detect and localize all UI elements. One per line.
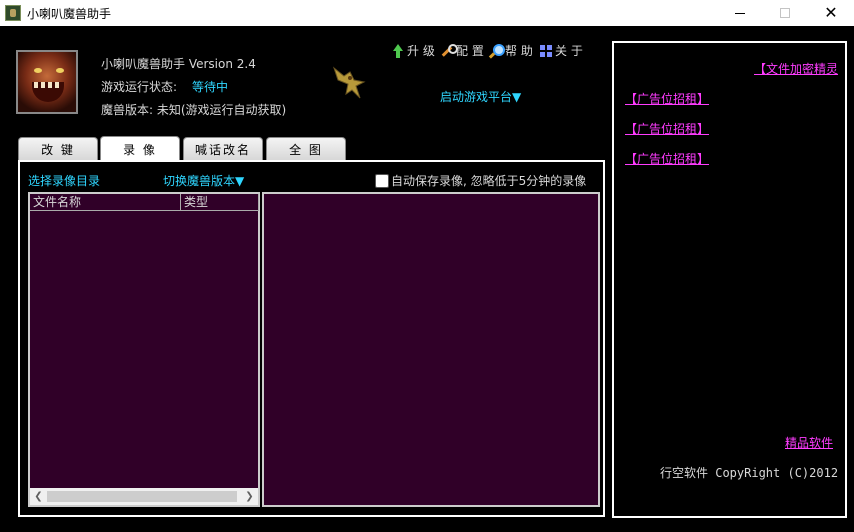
maximize-icon (780, 8, 790, 18)
config-label: 配 置 (456, 44, 484, 58)
auto-save-checkbox[interactable] (375, 173, 389, 188)
tab-chat-rename[interactable]: 喊话改名 (183, 137, 263, 161)
maximize-button[interactable] (762, 0, 808, 26)
tab-maphack[interactable]: 全 图 (266, 137, 346, 161)
side-panel: 【文件加密精灵 【广告位招租】 【广告位招租】 【广告位招租】 精品软件 行空软… (612, 41, 847, 518)
app-icon (5, 5, 21, 21)
hero-portrait (16, 50, 78, 114)
version-text: 小喇叭魔兽助手 Version 2.4 (101, 57, 256, 71)
minimize-icon (735, 12, 745, 14)
ad-slot-link[interactable]: 【广告位招租】 (625, 90, 709, 107)
upgrade-label: 升 级 (407, 44, 435, 58)
horizontal-scrollbar[interactable]: ❮ ❯ (30, 488, 258, 505)
help-label: 帮 助 (505, 44, 533, 58)
about-button[interactable]: 关 于 (539, 42, 583, 59)
scroll-left-icon[interactable]: ❮ (30, 488, 47, 505)
auto-save-option[interactable]: 自动保存录像, 忽略低于5分钟的录像 (375, 172, 586, 189)
ad-slot-link[interactable]: 【广告位招租】 (625, 150, 709, 167)
dragon-decoration-icon (332, 66, 366, 99)
warcraft-version-text: 魔兽版本: 未知(游戏运行自动获取) (101, 103, 287, 117)
help-button[interactable]: 帮 助 (489, 42, 533, 59)
upgrade-button[interactable]: 升 级 (391, 42, 435, 59)
scrollbar-thumb[interactable] (47, 491, 237, 502)
app-window: 小喇叭魔兽助手 ✕ 小喇叭魔兽助手 Version 2.4 游戏运行状态: 等待… (0, 0, 854, 532)
close-button[interactable]: ✕ (808, 0, 854, 26)
upgrade-arrow-icon (391, 43, 405, 58)
scroll-right-icon[interactable]: ❯ (241, 488, 258, 505)
status-label: 游戏运行状态: (101, 80, 178, 94)
wrench-icon (440, 43, 458, 58)
auto-save-label: 自动保存录像, 忽略低于5分钟的录像 (391, 174, 587, 188)
file-encrypt-link[interactable]: 【文件加密精灵 (754, 60, 838, 77)
column-header-filename[interactable]: 文件名称 (30, 194, 181, 211)
replay-detail-panel (262, 192, 600, 507)
ad-slot-link[interactable]: 【广告位招租】 (625, 120, 709, 137)
tab-key-remap[interactable]: 改 键 (18, 137, 98, 161)
magnifier-icon (489, 43, 505, 58)
about-label: 关 于 (555, 44, 583, 58)
switch-version-dropdown[interactable]: 切换魔兽版本▼ (163, 172, 244, 189)
status-value: 等待中 (192, 80, 229, 94)
grid-icon (539, 43, 553, 58)
choose-replay-dir-link[interactable]: 选择录像目录 (28, 172, 100, 189)
copyright-text: 行空软件 CopyRight (C)2012 (660, 466, 839, 480)
tab-replay[interactable]: 录 像 (100, 136, 180, 162)
fine-software-link[interactable]: 精品软件 (785, 434, 833, 451)
config-button[interactable]: 配 置 (440, 42, 484, 59)
minimize-button[interactable] (717, 0, 763, 26)
replay-file-list[interactable]: 文件名称 类型 ❮ ❯ (28, 192, 260, 507)
column-header-type[interactable]: 类型 (181, 194, 259, 211)
launch-platform-dropdown[interactable]: 启动游戏平台▼ (440, 88, 521, 105)
title-bar: 小喇叭魔兽助手 ✕ (0, 0, 854, 26)
close-icon: ✕ (824, 3, 838, 22)
window-title: 小喇叭魔兽助手 (27, 7, 112, 21)
